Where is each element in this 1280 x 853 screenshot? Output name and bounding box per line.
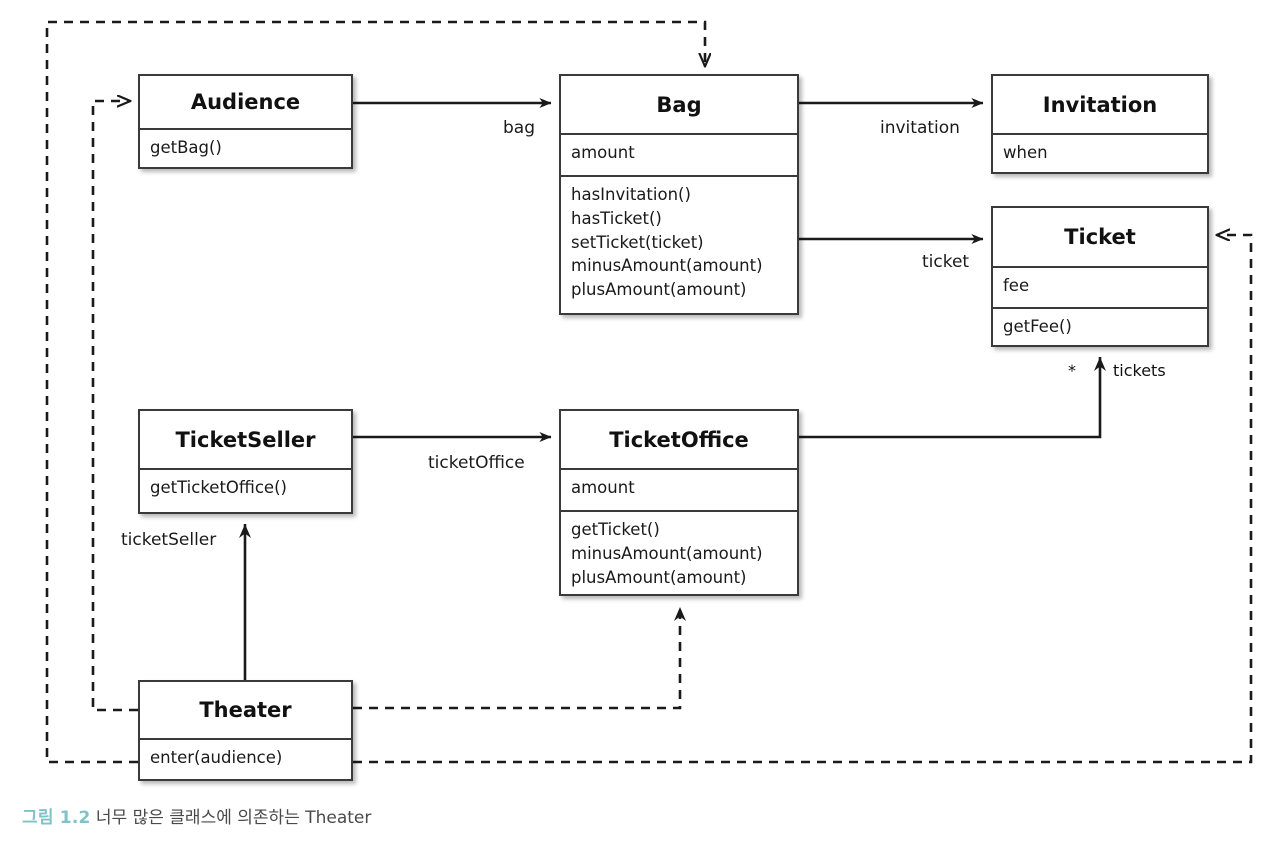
uml-member: when bbox=[1003, 143, 1048, 162]
edge-theater-to-audience-dependency bbox=[91, 101, 138, 712]
uml-class-bag[interactable]: Bag amount hasInvitation() hasTicket() s… bbox=[559, 74, 799, 315]
uml-member: enter(audience) bbox=[150, 748, 283, 767]
uml-compartment-attributes-ticketoffice: amount bbox=[561, 468, 797, 510]
uml-class-ticketoffice[interactable]: TicketOffice amount getTicket() minusAmo… bbox=[559, 409, 799, 596]
uml-member: minusAmount(amount) bbox=[571, 543, 763, 563]
edge-label-bag: bag bbox=[503, 118, 535, 138]
edge-label-ticket: ticket bbox=[922, 252, 970, 272]
edge-label-ticketoffice: ticketOffice bbox=[428, 453, 525, 473]
uml-member: hasTicket() bbox=[571, 208, 662, 228]
uml-class-invitation[interactable]: Invitation when bbox=[991, 74, 1209, 174]
uml-member: getBag() bbox=[150, 138, 222, 157]
uml-compartment-operations-bag: hasInvitation() hasTicket() setTicket(ti… bbox=[561, 175, 797, 317]
multiplicity-label-tickets-star: * bbox=[1068, 361, 1076, 380]
uml-compartment-operations-theater: enter(audience) bbox=[140, 738, 351, 783]
uml-member: getTicket() bbox=[571, 520, 660, 539]
uml-compartment-operations-ticketoffice: getTicket() minusAmount(amount) plusAmou… bbox=[561, 510, 797, 598]
uml-class-audience[interactable]: Audience getBag() bbox=[138, 74, 353, 169]
uml-member: getFee() bbox=[1003, 317, 1072, 336]
uml-class-name-ticket: Ticket bbox=[1064, 225, 1136, 249]
uml-class-name-ticketoffice: TicketOffice bbox=[609, 427, 749, 452]
uml-class-name-ticketseller: TicketSeller bbox=[175, 427, 316, 452]
edge-theater-to-ticketoffice-dependency bbox=[353, 607, 686, 710]
uml-class-ticketseller[interactable]: TicketSeller getTicketOffice() bbox=[138, 409, 353, 514]
uml-member: hasInvitation() bbox=[571, 185, 691, 204]
figure-number: 그림 1.2 bbox=[22, 808, 91, 828]
uml-compartment-operations-ticket: getFee() bbox=[993, 307, 1207, 349]
uml-class-name-bag: Bag bbox=[656, 92, 702, 117]
figure-caption-body: 너무 많은 클래스에 의존하는 Theater bbox=[95, 808, 372, 828]
uml-member: setTicket(ticket) bbox=[571, 232, 704, 252]
uml-compartment-attributes-bag: amount bbox=[561, 133, 797, 175]
uml-class-name-invitation: Invitation bbox=[1042, 92, 1158, 117]
uml-compartment-operations-audience: getBag() bbox=[140, 128, 351, 171]
edge-label-invitation: invitation bbox=[880, 118, 960, 138]
uml-member: plusAmount(amount) bbox=[571, 567, 747, 587]
figure-caption: 그림 1.2 너무 많은 클래스에 의존하는 Theater bbox=[22, 803, 371, 828]
uml-member: getTicketOffice() bbox=[150, 478, 287, 497]
uml-class-name-theater: Theater bbox=[199, 698, 292, 722]
uml-member: plusAmount(amount) bbox=[571, 280, 747, 299]
uml-class-theater[interactable]: Theater enter(audience) bbox=[138, 680, 353, 781]
uml-compartment-attributes-invitation: when bbox=[993, 133, 1207, 176]
uml-compartment-attributes-ticket: fee bbox=[993, 266, 1207, 307]
uml-member: fee bbox=[1003, 276, 1030, 295]
uml-member: amount bbox=[571, 478, 635, 497]
diagram-canvas: Audience getBag() Bag amount hasInvitati… bbox=[0, 0, 1280, 853]
edge-ticketoffice-to-ticket bbox=[799, 357, 1106, 439]
uml-member: amount bbox=[571, 143, 635, 162]
uml-class-name-audience: Audience bbox=[190, 90, 301, 114]
uml-class-ticket[interactable]: Ticket fee getFee() bbox=[991, 206, 1209, 347]
edge-label-ticketseller: ticketSeller bbox=[121, 530, 217, 550]
uml-member: minusAmount(amount) bbox=[571, 256, 763, 276]
multiplicity-label-tickets-role: tickets bbox=[1113, 361, 1166, 380]
uml-compartment-operations-ticketseller: getTicketOffice() bbox=[140, 468, 351, 516]
